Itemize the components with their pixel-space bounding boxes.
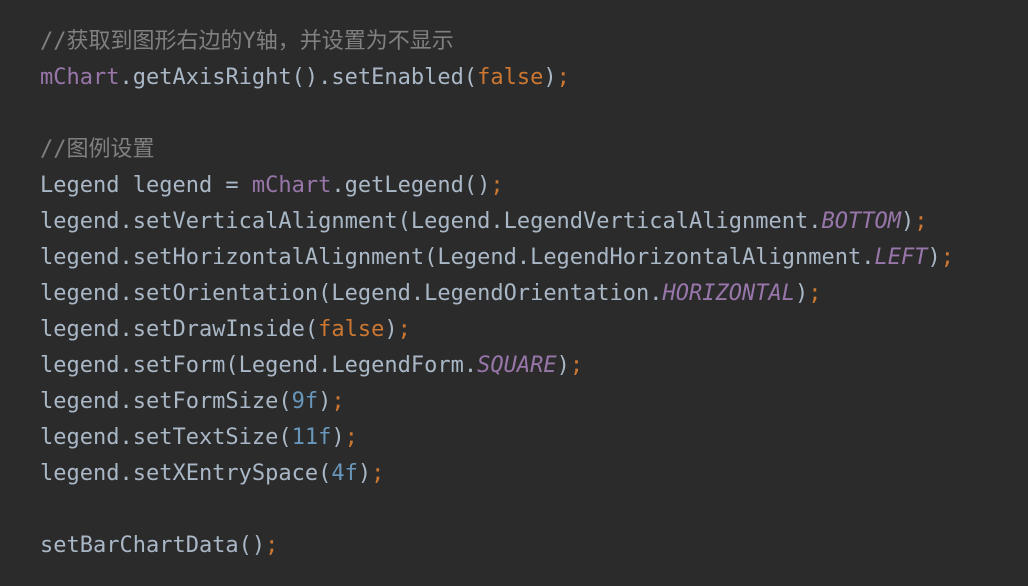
code-line[interactable]: legend.setDrawInside(false); [40,312,411,348]
code-token-number: 4f [331,461,358,486]
code-token-field: mChart [251,173,332,198]
code-token-keyword: false [477,65,544,90]
code-token-plain: legend.setDrawInside( [40,317,319,342]
code-line[interactable]: setBarChartData(); [40,528,278,564]
code-token-plain: Legend legend = [40,173,252,198]
code-token-plain: ) [331,425,345,450]
code-token-punct: ; [569,353,584,378]
code-token-punct: ; [556,65,570,90]
code-token-plain: legend.setXEntrySpace( [40,461,332,486]
code-token-number: 9f [291,389,319,414]
code-token-plain: legend.setForm(Legend.LegendForm. [40,353,478,378]
code-token-field-italic: SQUARE [477,353,557,378]
code-token-punct: ; [914,209,928,234]
code-token-punct: ; [490,173,504,198]
code-token-plain: ) [384,317,398,342]
code-token-field-italic: HORIZONTAL [662,281,795,306]
code-token-punct: ; [808,281,822,306]
code-token-plain: .getLegend() [331,173,491,198]
code-token-number: 11f [291,425,332,450]
code-token-field: mChart [40,65,120,90]
code-editor[interactable]: //获取到图形右边的Y轴，并设置为不显示 mChart.getAxisRight(… [0,0,1028,586]
code-token-plain: ) [318,389,332,414]
code-token-plain: ) [357,461,372,486]
code-line[interactable]: Legend legend = mChart.getLegend(); [40,168,504,204]
code-token-punct: ; [397,317,411,342]
code-line[interactable]: legend.setXEntrySpace(4f); [40,456,384,492]
code-token-plain: legend.setOrientation(Legend.LegendOrien… [40,281,663,306]
code-token-plain: ) [794,281,809,306]
code-token-plain: .getAxisRight().setEnabled( [119,65,478,90]
code-token-plain: setBarChartData() [40,533,266,558]
code-token-punct: ; [344,425,358,450]
code-token-punct: ; [265,533,279,558]
code-line[interactable]: legend.setFormSize(9f); [40,384,345,420]
code-line[interactable]: legend.setTextSize(11f); [40,420,358,456]
code-token-punct: ; [371,461,385,486]
code-token-plain: legend.setTextSize( [40,425,292,450]
code-token-comment: //获取到图形右边的Y轴，并设置为不显示 [40,29,454,54]
code-line[interactable]: legend.setOrientation(Legend.LegendOrien… [40,276,821,312]
code-line[interactable]: legend.setForm(Legend.LegendForm.SQUARE)… [40,348,583,384]
code-token-plain: legend.setFormSize( [40,389,292,414]
code-token-plain: legend.setHorizontalAlignment(Legend.Leg… [40,245,875,270]
code-line[interactable]: //图例设置 [40,132,155,168]
code-token-punct: ; [331,389,345,414]
code-token-field-italic: LEFT [874,245,928,270]
code-line[interactable]: mChart.getAxisRight().setEnabled(false); [40,60,570,96]
code-line[interactable]: //获取到图形右边的Y轴，并设置为不显示 [40,24,454,60]
code-line[interactable]: legend.setVerticalAlignment(Legend.Legen… [40,204,927,240]
code-token-punct: ; [940,245,954,270]
code-token-plain: legend.setVerticalAlignment(Legend.Legen… [40,209,822,234]
code-token-comment: //图例设置 [40,137,155,162]
code-token-keyword: false [318,317,385,342]
code-token-plain: ) [927,245,941,270]
code-token-plain: ) [543,65,557,90]
code-token-field-italic: BOTTOM [821,209,901,234]
code-line[interactable]: legend.setHorizontalAlignment(Legend.Leg… [40,240,954,276]
code-token-plain: ) [900,209,915,234]
code-token-plain: ) [556,353,570,378]
